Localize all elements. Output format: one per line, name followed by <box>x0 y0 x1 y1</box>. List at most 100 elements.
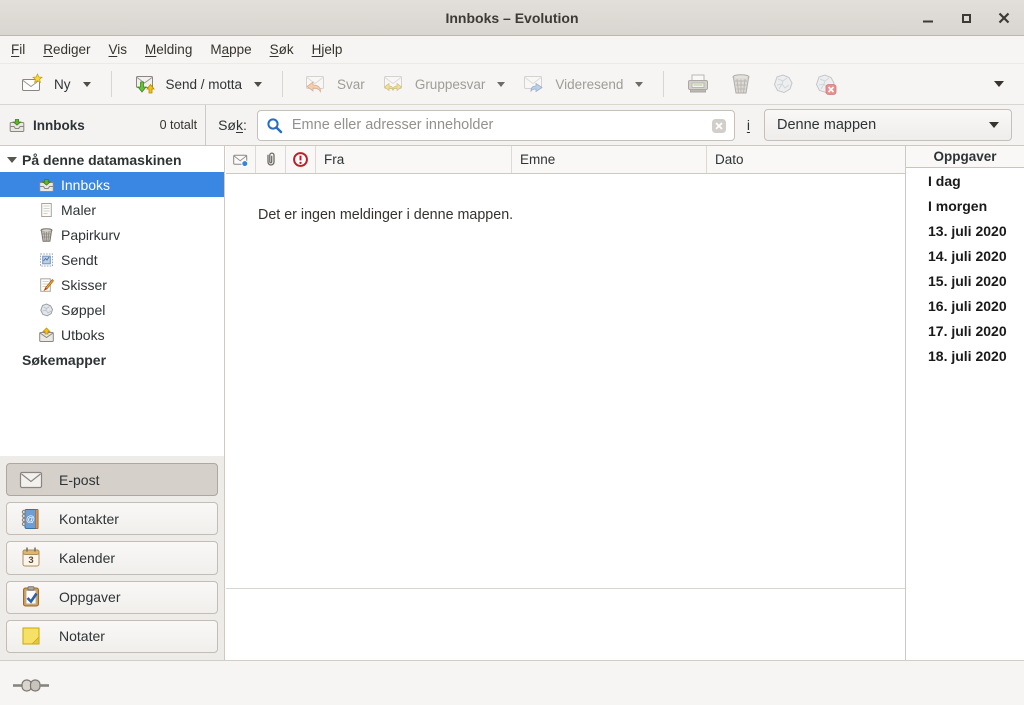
forward-button[interactable]: Videresend <box>513 68 651 100</box>
send-receive-label: Send / motta <box>166 77 243 92</box>
menu-rediger[interactable]: Rediger <box>34 39 99 60</box>
maximize-icon <box>961 13 972 24</box>
minimize-button[interactable] <box>916 6 940 30</box>
toolbar-overflow-icon[interactable] <box>994 81 1004 87</box>
send-receive-dropdown-icon[interactable] <box>254 82 262 87</box>
group-reply-dropdown-icon[interactable] <box>497 82 505 87</box>
priority-icon <box>292 151 309 168</box>
svg-text:3: 3 <box>28 555 33 566</box>
new-message-button[interactable]: Ny <box>12 68 99 100</box>
menu-fil[interactable]: Fil <box>2 39 34 60</box>
forward-label: Videresend <box>555 77 623 92</box>
minimize-icon <box>922 12 934 24</box>
column-subject[interactable]: Emne <box>512 146 707 173</box>
task-group-date[interactable]: 17. juli 2020 <box>906 318 1024 343</box>
print-button[interactable] <box>676 67 720 101</box>
column-attachment[interactable] <box>256 146 286 173</box>
close-button[interactable] <box>992 6 1016 30</box>
task-group-date[interactable]: 13. juli 2020 <box>906 218 1024 243</box>
empty-folder-message: Det er ingen meldinger i denne mappen. <box>226 174 905 223</box>
not-junk-icon <box>813 72 837 96</box>
search-controls: Søk: i Denne mappen <box>206 105 1024 145</box>
switcher-tasks-button[interactable]: Oppgaver <box>6 581 218 614</box>
switcher-label: E-post <box>59 472 99 488</box>
column-from[interactable]: Fra <box>316 146 512 173</box>
inbox-icon <box>38 177 55 193</box>
pane-divider[interactable] <box>226 588 905 589</box>
group-reply-button[interactable]: Gruppesvar <box>373 68 514 100</box>
reply-button[interactable]: Svar <box>295 68 373 100</box>
task-group-tomorrow[interactable]: I morgen <box>906 193 1024 218</box>
search-scope-combo[interactable]: Denne mappen <box>764 109 1012 141</box>
column-priority[interactable] <box>286 146 316 173</box>
tree-root-on-this-computer[interactable]: På denne datamaskinen <box>0 148 224 172</box>
search-icon <box>266 117 283 134</box>
svg-text:@: @ <box>26 514 35 524</box>
send-receive-button[interactable]: Send / motta <box>124 68 271 100</box>
current-folder-name: Innboks <box>33 118 85 133</box>
inbox-icon <box>8 117 26 133</box>
sidebar-item-sendt[interactable]: Sendt <box>0 247 224 272</box>
sidebar-item-utboks[interactable]: Utboks <box>0 322 224 347</box>
menu-melding[interactable]: Melding <box>136 39 201 60</box>
switcher-label: Oppgaver <box>59 589 120 605</box>
sidebar-item-soppel[interactable]: Søppel <box>0 297 224 322</box>
switcher-label: Notater <box>59 628 105 644</box>
switcher-memos-button[interactable]: Notater <box>6 620 218 653</box>
folder-label: Innboks <box>61 177 110 193</box>
titlebar[interactable]: Innboks – Evolution <box>0 0 1024 36</box>
sidebar-item-innboks[interactable]: Innboks <box>0 172 224 197</box>
templates-icon <box>38 202 55 218</box>
task-group-date[interactable]: 15. juli 2020 <box>906 268 1024 293</box>
switcher-contacts-button[interactable]: @ Kontakter <box>6 502 218 535</box>
message-list-pane: Fra Emne Dato Det er ingen meldinger i d… <box>226 146 905 660</box>
sidebar-item-skisser[interactable]: Skisser <box>0 272 224 297</box>
window-controls <box>916 0 1016 36</box>
chevron-down-icon <box>989 122 999 128</box>
trash-icon <box>729 72 753 96</box>
not-junk-button[interactable] <box>804 67 846 101</box>
message-list-header: Fra Emne Dato <box>226 146 905 174</box>
window-title: Innboks – Evolution <box>445 10 578 26</box>
column-date[interactable]: Dato <box>707 146 905 173</box>
menu-mappe[interactable]: Mappe <box>201 39 260 60</box>
new-message-dropdown-icon[interactable] <box>83 82 91 87</box>
tree-root-label: På denne datamaskinen <box>22 152 182 168</box>
delete-button[interactable] <box>720 67 762 101</box>
column-read-status[interactable] <box>226 146 256 173</box>
close-icon <box>998 12 1010 24</box>
junk-icon <box>771 72 795 96</box>
menu-vis[interactable]: Vis <box>100 39 137 60</box>
toolbar-separator <box>282 71 283 97</box>
task-group-date[interactable]: 14. juli 2020 <box>906 243 1024 268</box>
task-group-date[interactable]: 18. juli 2020 <box>906 343 1024 368</box>
send-receive-icon <box>132 72 156 96</box>
junk-button[interactable] <box>762 67 804 101</box>
task-group-date[interactable]: 16. juli 2020 <box>906 293 1024 318</box>
menu-hjelp[interactable]: Hjelp <box>303 39 352 60</box>
tree-root-search-folders[interactable]: Søkemapper <box>0 347 224 372</box>
online-status-plug-icon[interactable] <box>13 678 49 693</box>
evolution-window: Innboks – Evolution Fil Rediger Vis Meld… <box>0 0 1024 705</box>
sidebar-item-maler[interactable]: Maler <box>0 197 224 222</box>
forward-dropdown-icon[interactable] <box>635 82 643 87</box>
search-scope-value: Denne mappen <box>777 117 876 133</box>
menu-sok[interactable]: Søk <box>261 39 303 60</box>
switcher-mail-button[interactable]: E-post <box>6 463 218 496</box>
clear-search-icon[interactable] <box>711 118 727 134</box>
trash-icon <box>38 227 55 243</box>
folder-label: Papirkurv <box>61 227 120 243</box>
search-input[interactable] <box>257 110 735 141</box>
folder-sidebar: På denne datamaskinen Innboks Maler <box>0 146 225 660</box>
sidebar-item-papirkurv[interactable]: Papirkurv <box>0 222 224 247</box>
task-group-today[interactable]: I dag <box>906 168 1024 193</box>
memos-icon <box>19 624 43 648</box>
switcher-calendar-button[interactable]: 3 Kalender <box>6 541 218 574</box>
tasks-icon <box>19 585 43 609</box>
task-pane-title[interactable]: Oppgaver <box>906 146 1024 168</box>
folder-label: Skisser <box>61 277 107 293</box>
maximize-button[interactable] <box>954 6 978 30</box>
group-reply-icon <box>381 72 405 96</box>
folder-message-count: 0 totalt <box>160 118 198 132</box>
expander-icon[interactable] <box>7 157 17 163</box>
